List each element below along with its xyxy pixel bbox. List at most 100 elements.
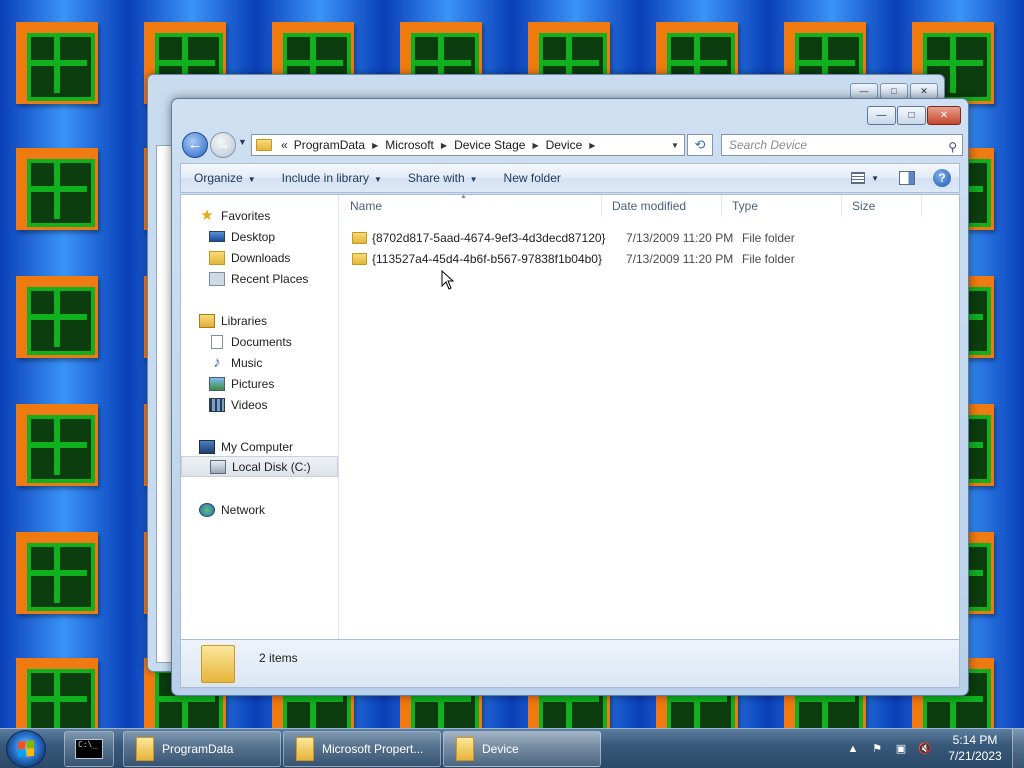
address-dropdown-icon[interactable]: ▼ bbox=[666, 141, 684, 150]
sidebar-item-label: Music bbox=[231, 355, 263, 370]
organize-label: Organize bbox=[194, 171, 243, 185]
wallpaper-tile bbox=[16, 148, 98, 230]
close-icon[interactable]: ✕ bbox=[910, 83, 938, 99]
help-icon[interactable]: ? bbox=[933, 169, 951, 187]
show-hidden-icons-icon[interactable]: ▲ bbox=[845, 742, 861, 756]
sidebar-item-label: Documents bbox=[231, 334, 292, 349]
taskbar-button-label: Device bbox=[482, 742, 519, 756]
libraries-icon bbox=[199, 313, 215, 328]
taskbar-cmd-button[interactable]: C:\_ bbox=[64, 731, 114, 767]
sidebar-item-label: Libraries bbox=[221, 313, 268, 328]
taskbar-button-device[interactable]: Device bbox=[443, 731, 601, 767]
network-status-icon[interactable]: ▣ bbox=[893, 742, 909, 756]
system-clock[interactable]: 5:14 PM 7/21/2023 bbox=[940, 732, 1010, 764]
sidebar-item-local-disk[interactable]: Local Disk (C:) bbox=[181, 456, 338, 477]
close-button[interactable]: ✕ bbox=[927, 106, 961, 125]
view-controls: ▼ ? bbox=[851, 169, 959, 187]
file-type: File folder bbox=[742, 230, 795, 245]
computer-icon bbox=[199, 439, 215, 454]
volume-muted-icon[interactable]: 🔇 bbox=[917, 742, 933, 756]
column-header-size[interactable]: Size bbox=[842, 195, 922, 217]
star-icon: ★ bbox=[200, 206, 214, 224]
sidebar-item-favorites[interactable]: ★ Favorites bbox=[199, 205, 356, 226]
taskbar-button-programdata[interactable]: ProgramData bbox=[123, 731, 281, 767]
include-in-library-button[interactable]: Include in library ▼ bbox=[269, 171, 395, 185]
chevron-right-icon[interactable]: ▶ bbox=[528, 141, 542, 150]
preview-pane-icon[interactable] bbox=[899, 171, 915, 185]
sidebar-item-label: My Computer bbox=[221, 439, 294, 454]
minimize-icon[interactable]: — bbox=[850, 83, 878, 99]
file-name: {8702d817-5aad-4674-9ef3-4d3decd87120} bbox=[372, 230, 606, 245]
breadcrumb-microsoft[interactable]: Microsoft bbox=[382, 138, 437, 152]
column-headers: ▲ Name Date modified Type Size bbox=[340, 193, 959, 217]
column-header-type[interactable]: Type bbox=[722, 195, 842, 217]
folder-icon bbox=[352, 231, 367, 244]
search-input[interactable]: Search Device ⚲ bbox=[721, 134, 963, 156]
back-arrow-icon[interactable]: ← bbox=[182, 132, 208, 158]
pictures-icon bbox=[209, 376, 225, 391]
address-bar[interactable]: « ProgramData ▶ Microsoft ▶ Device Stage… bbox=[251, 134, 685, 156]
command-prompt-icon: C:\_ bbox=[75, 739, 103, 759]
start-button[interactable] bbox=[6, 730, 46, 768]
sort-ascending-icon: ▲ bbox=[460, 193, 467, 200]
recent-pages-dropdown[interactable]: ▼ bbox=[238, 137, 247, 147]
taskbar-button-label: ProgramData bbox=[162, 742, 234, 756]
chevron-right-icon[interactable]: ▶ bbox=[585, 141, 599, 150]
chevron-down-icon: ▼ bbox=[469, 175, 478, 184]
show-desktop-button[interactable] bbox=[1012, 729, 1024, 768]
share-with-button[interactable]: Share with ▼ bbox=[395, 171, 491, 185]
breadcrumb-device-stage[interactable]: Device Stage bbox=[451, 138, 528, 152]
column-header-name[interactable]: Name bbox=[340, 195, 602, 217]
maximize-button[interactable]: □ bbox=[897, 106, 926, 125]
search-icon[interactable]: ⚲ bbox=[948, 137, 957, 157]
file-list-pane: ▲ Name Date modified Type Size {8702d817… bbox=[340, 193, 959, 639]
wallpaper-tile bbox=[16, 22, 98, 104]
maximize-icon[interactable]: □ bbox=[880, 83, 908, 99]
table-row[interactable]: {8702d817-5aad-4674-9ef3-4d3decd87120} 7… bbox=[352, 227, 862, 248]
sidebar-item-my-computer[interactable]: My Computer bbox=[199, 436, 356, 457]
sidebar-item-libraries[interactable]: Libraries bbox=[199, 310, 356, 331]
mouse-cursor-icon bbox=[441, 270, 455, 290]
organize-button[interactable]: Organize ▼ bbox=[181, 171, 269, 185]
background-window-controls: — □ ✕ bbox=[850, 83, 938, 99]
sidebar-item-label: Recent Places bbox=[231, 271, 309, 286]
refresh-icon[interactable]: ⟲ bbox=[687, 134, 713, 156]
taskbar-button-label: Microsoft Propert... bbox=[322, 742, 424, 756]
chevron-right-icon[interactable]: ▶ bbox=[437, 141, 451, 150]
sidebar-item-label: Downloads bbox=[231, 250, 291, 265]
share-with-label: Share with bbox=[407, 171, 465, 185]
documents-icon bbox=[211, 334, 223, 349]
include-in-library-label: Include in library bbox=[281, 171, 369, 185]
details-pane: 2 items bbox=[180, 640, 960, 688]
column-header-date-modified[interactable]: Date modified bbox=[602, 195, 722, 217]
folder-icon bbox=[352, 252, 367, 265]
command-bar: Organize ▼ Include in library ▼ Share with… bbox=[180, 163, 960, 193]
forward-arrow-icon[interactable]: → bbox=[210, 132, 236, 158]
new-folder-button[interactable]: New folder bbox=[491, 171, 574, 185]
table-row[interactable]: {113527a4-45d4-4b6f-b567-97838f1b04b0} 7… bbox=[352, 248, 862, 269]
content-area: ★ Favorites Desktop Downloads Recent Pla… bbox=[180, 193, 960, 640]
folder-icon bbox=[136, 737, 154, 761]
breadcrumb-programdata[interactable]: ProgramData bbox=[291, 138, 368, 152]
folder-icon bbox=[296, 737, 314, 761]
downloads-icon bbox=[209, 250, 225, 265]
folder-icon bbox=[201, 645, 235, 683]
chevron-right-icon[interactable]: ▶ bbox=[368, 141, 382, 150]
explorer-window[interactable]: — □ ✕ ← → ▼ « ProgramData ▶ Microsoft ▶ … bbox=[171, 98, 969, 696]
sidebar-item-label: Videos bbox=[231, 397, 268, 412]
address-overflow[interactable]: « bbox=[278, 138, 291, 152]
taskbar-button-microsoft-properties[interactable]: Microsoft Propert... bbox=[283, 731, 441, 767]
wallpaper-tile bbox=[16, 276, 98, 358]
item-count: 2 items bbox=[259, 651, 298, 665]
action-center-icon[interactable]: ⚑ bbox=[869, 742, 885, 756]
hard-disk-icon bbox=[210, 459, 226, 474]
taskbar: C:\_ ProgramData Microsoft Propert... De… bbox=[0, 728, 1024, 768]
chevron-down-icon[interactable]: ▼ bbox=[871, 174, 879, 183]
breadcrumb-device[interactable]: Device bbox=[543, 138, 586, 152]
minimize-button[interactable]: — bbox=[867, 106, 896, 125]
new-folder-label: New folder bbox=[503, 171, 561, 185]
folder-icon bbox=[256, 139, 272, 151]
music-icon: ♪ bbox=[213, 353, 221, 371]
view-options-icon[interactable] bbox=[851, 172, 866, 184]
sidebar-item-network[interactable]: Network bbox=[199, 499, 356, 520]
